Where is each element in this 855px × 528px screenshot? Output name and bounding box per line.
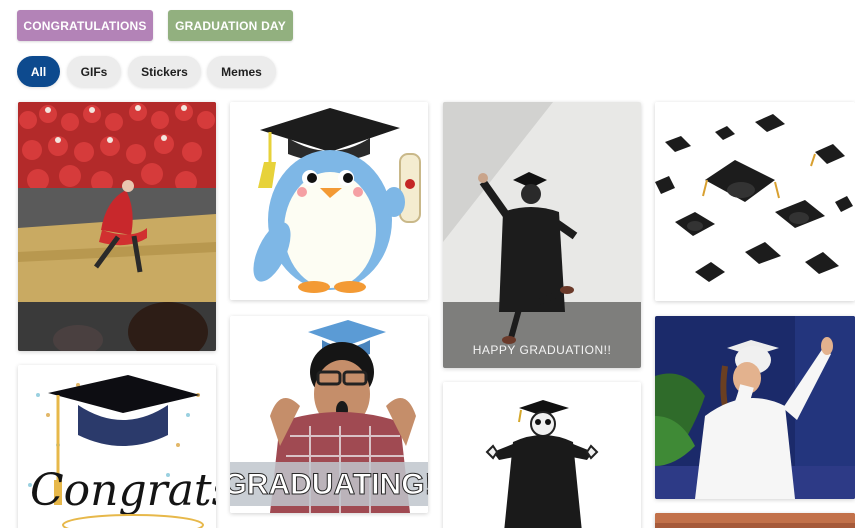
filter-stickers[interactable]: Stickers — [128, 56, 201, 87]
partial-card-image — [655, 513, 855, 528]
gif-card-congrats[interactable]: Congrats! — [18, 365, 216, 528]
tag-congratulations[interactable]: CONGRATULATIONS — [17, 10, 153, 41]
gif-card-ceremony-dancer[interactable] — [18, 102, 216, 351]
penguin-graduate-image — [230, 102, 428, 300]
tag-graduation-day[interactable]: GRADUATION DAY — [168, 10, 293, 41]
filter-all[interactable]: All — [17, 56, 60, 87]
gif-search-results: CONGRATULATIONS GRADUATION DAY All GIFs … — [0, 0, 855, 528]
gif-card-graduate-white-gown[interactable] — [655, 316, 855, 499]
graduating-caption: GRADUATING! — [230, 468, 428, 501]
happy-graduation-image: HAPPY GRADUATION!! — [443, 102, 641, 368]
caps-thrown-image — [655, 102, 855, 301]
graduate-white-gown-image — [655, 316, 855, 499]
gif-card-graduating[interactable]: GRADUATING! — [230, 316, 428, 513]
congrats-image: Congrats! — [18, 365, 216, 528]
filter-gifs[interactable]: GIFs — [67, 56, 121, 87]
filter-memes[interactable]: Memes — [207, 56, 276, 87]
congrats-text: Congrats! — [30, 465, 216, 516]
happy-graduation-caption: HAPPY GRADUATION!! — [473, 343, 612, 357]
skeleton-graduate-image — [443, 382, 641, 528]
gif-card-penguin-graduate[interactable] — [230, 102, 428, 300]
gif-card-skeleton-graduate[interactable] — [443, 382, 641, 528]
gif-card-caps-thrown[interactable] — [655, 102, 855, 301]
gif-card-happy-graduation[interactable]: HAPPY GRADUATION!! — [443, 102, 641, 368]
graduating-image: GRADUATING! — [230, 316, 428, 513]
gif-card-partial[interactable] — [655, 513, 855, 528]
ceremony-dancer-image — [18, 102, 216, 351]
